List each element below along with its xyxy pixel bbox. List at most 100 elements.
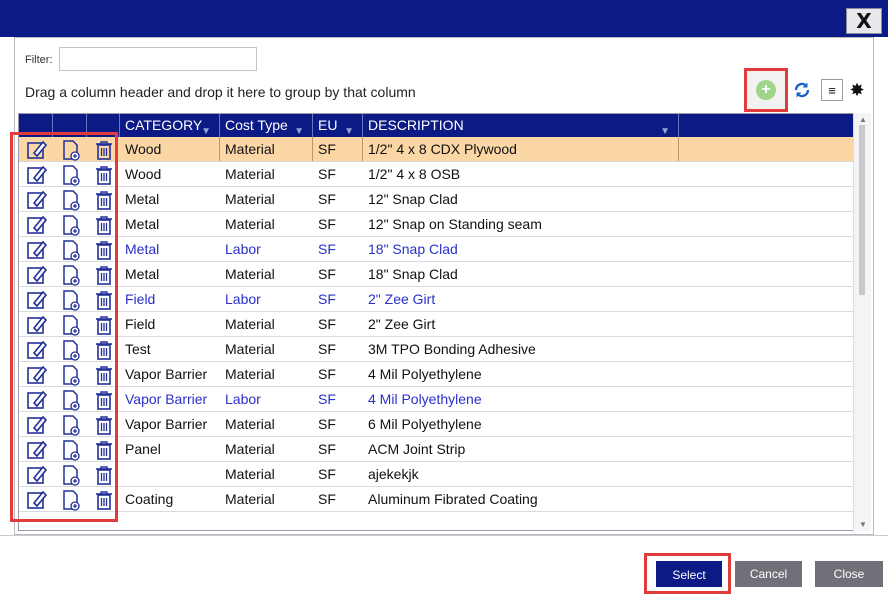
cell-description: 12" Snap on Standing seam [368, 216, 542, 232]
refresh-button[interactable] [791, 79, 813, 101]
cell-description: 2" Zee Girt [368, 291, 436, 307]
edit-icon[interactable] [26, 214, 48, 236]
copy-add-icon[interactable] [60, 339, 82, 361]
table-row[interactable]: Metal Material SF 18" Snap Clad [19, 262, 855, 287]
trash-icon[interactable] [93, 489, 115, 511]
cell-description: 1/2" 4 x 8 OSB [368, 166, 461, 182]
trash-icon[interactable] [93, 339, 115, 361]
table-row[interactable]: Material SF ajekekjk [19, 462, 855, 487]
copy-add-icon[interactable] [60, 139, 82, 161]
edit-icon[interactable] [26, 164, 48, 186]
edit-icon[interactable] [26, 314, 48, 336]
table-row[interactable]: Wood Material SF 1/2" 4 x 8 CDX Plywood [19, 137, 855, 162]
edit-icon[interactable] [26, 139, 48, 161]
table-row[interactable]: Metal Material SF 12" Snap Clad [19, 187, 855, 212]
trash-icon[interactable] [93, 239, 115, 261]
table-row[interactable]: Test Material SF 3M TPO Bonding Adhesive [19, 337, 855, 362]
cell-category: Metal [125, 241, 160, 257]
copy-add-icon[interactable] [60, 314, 82, 336]
trash-icon[interactable] [93, 414, 115, 436]
dialog-panel: Filter: Drag a column header and drop it… [14, 37, 874, 535]
trash-icon[interactable] [93, 439, 115, 461]
cell-description: 1/2" 4 x 8 CDX Plywood [363, 137, 679, 161]
edit-icon[interactable] [26, 439, 48, 461]
cancel-button[interactable]: Cancel [735, 561, 802, 587]
header-filler [679, 114, 855, 137]
copy-add-icon[interactable] [60, 489, 82, 511]
cell-category: Field [125, 291, 156, 307]
edit-icon[interactable] [26, 414, 48, 436]
edit-icon[interactable] [26, 189, 48, 211]
table-row[interactable]: Coating Material SF Aluminum Fibrated Coati… [19, 487, 855, 512]
trash-icon[interactable] [93, 364, 115, 386]
trash-icon[interactable] [93, 189, 115, 211]
copy-add-icon[interactable] [60, 189, 82, 211]
close-button[interactable]: Close [815, 561, 883, 587]
table-row[interactable]: Field Material SF 2" Zee Girt [19, 312, 855, 337]
cell-description: 6 Mil Polyethylene [368, 416, 482, 432]
select-button[interactable]: Select [656, 561, 722, 587]
scroll-thumb[interactable] [859, 125, 865, 295]
table-row[interactable]: Field Labor SF 2" Zee Girt [19, 287, 855, 312]
cell-cost-type: Labor [225, 241, 261, 257]
copy-add-icon[interactable] [60, 289, 82, 311]
edit-icon[interactable] [26, 464, 48, 486]
header-description[interactable]: DESCRIPTION ▼ [363, 114, 679, 137]
edit-icon[interactable] [26, 489, 48, 511]
header-cost-type[interactable]: Cost Type ▼ [220, 114, 313, 137]
copy-add-icon[interactable] [60, 214, 82, 236]
header-eu[interactable]: EU ▼ [313, 114, 363, 137]
trash-icon[interactable] [93, 289, 115, 311]
cell-cost-type: Material [225, 341, 275, 357]
cell-eu: SF [318, 341, 336, 357]
copy-add-icon[interactable] [60, 464, 82, 486]
cell-cost-type: Labor [225, 391, 261, 407]
table-row[interactable]: Wood Material SF 1/2" 4 x 8 OSB [19, 162, 855, 187]
table-row[interactable]: Vapor Barrier Labor SF 4 Mil Polyethylene [19, 387, 855, 412]
trash-icon[interactable] [93, 314, 115, 336]
copy-add-icon[interactable] [60, 364, 82, 386]
dialog-close-button[interactable]: X [846, 8, 882, 34]
edit-icon[interactable] [26, 389, 48, 411]
filter-input[interactable] [59, 47, 257, 71]
columns-button[interactable]: ≡ [821, 79, 843, 101]
vertical-scrollbar[interactable]: ▲ ▼ [853, 113, 871, 531]
filter-label: Filter: [25, 54, 53, 66]
scroll-up-icon[interactable]: ▲ [859, 115, 867, 124]
cell-cost-type: Material [225, 316, 275, 332]
header-category[interactable]: CATEGORY ▼ [120, 114, 220, 137]
trash-icon[interactable] [93, 264, 115, 286]
cell-description: 2" Zee Girt [368, 316, 436, 332]
table-row[interactable]: Metal Material SF 12" Snap on Standing seam [19, 212, 855, 237]
trash-icon[interactable] [93, 389, 115, 411]
trash-icon[interactable] [93, 164, 115, 186]
edit-icon[interactable] [26, 264, 48, 286]
cell-filler [679, 137, 855, 161]
edit-icon[interactable] [26, 364, 48, 386]
add-row-button[interactable]: + [744, 68, 788, 112]
copy-add-icon[interactable] [60, 389, 82, 411]
copy-add-icon[interactable] [60, 264, 82, 286]
cell-description: 18" Snap Clad [368, 266, 458, 282]
table-row[interactable]: Vapor Barrier Material SF 4 Mil Polyethylen… [19, 362, 855, 387]
edit-icon[interactable] [26, 289, 48, 311]
cell-filler [679, 312, 855, 336]
cell-filler [679, 162, 855, 186]
trash-icon[interactable] [93, 464, 115, 486]
copy-add-icon[interactable] [60, 239, 82, 261]
scroll-down-icon[interactable]: ▼ [859, 520, 867, 529]
copy-add-icon[interactable] [60, 439, 82, 461]
trash-icon[interactable] [93, 139, 115, 161]
copy-add-icon[interactable] [60, 414, 82, 436]
cell-filler [679, 412, 855, 436]
edit-icon[interactable] [26, 239, 48, 261]
cell-category: Test [125, 341, 151, 357]
copy-add-icon[interactable] [60, 164, 82, 186]
trash-icon[interactable] [93, 214, 115, 236]
table-row[interactable]: Vapor Barrier Material SF 6 Mil Polyethylen… [19, 412, 855, 437]
cell-filler [679, 287, 855, 311]
settings-button[interactable]: ✸ [846, 79, 868, 101]
edit-icon[interactable] [26, 339, 48, 361]
table-row[interactable]: Metal Labor SF 18" Snap Clad [19, 237, 855, 262]
table-row[interactable]: Panel Material SF ACM Joint Strip [19, 437, 855, 462]
